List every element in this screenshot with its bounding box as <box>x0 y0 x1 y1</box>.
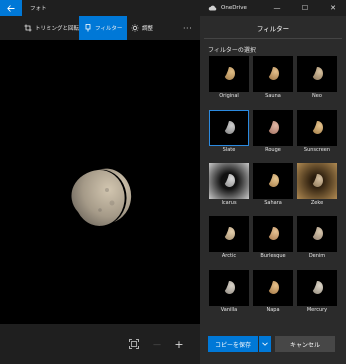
moon-preview <box>268 67 279 80</box>
zoom-in-button[interactable]: + <box>170 335 188 353</box>
photo-canvas[interactable] <box>0 40 200 324</box>
filter-original[interactable]: Original <box>209 56 249 101</box>
filter-slate[interactable]: Slate <box>209 110 249 155</box>
back-arrow-icon <box>7 4 15 12</box>
moon-preview <box>268 281 279 294</box>
filter-thumbnail <box>209 110 249 146</box>
moon-preview <box>312 227 323 240</box>
filter-rouge[interactable]: Rouge <box>253 110 293 155</box>
moon-preview <box>312 121 323 134</box>
moon-preview <box>268 121 279 134</box>
filter-label: Denim <box>308 253 326 259</box>
filter-label: Mercury <box>306 307 328 313</box>
moon-preview <box>224 174 235 187</box>
filter-sunscreen[interactable]: Sunscreen <box>297 110 337 155</box>
close-button[interactable]: ✕ <box>322 0 344 16</box>
brightness-icon <box>131 24 139 32</box>
cloud-icon <box>208 5 217 11</box>
filter-thumbnail <box>253 216 293 252</box>
maximize-button[interactable]: ☐ <box>294 0 316 16</box>
moon-photo <box>71 168 132 226</box>
filter-vanilla[interactable]: Vanilla <box>209 270 249 315</box>
section-title: フィルターの選択 <box>208 47 256 54</box>
crop-rotate-tab[interactable]: トリミングと回転 <box>24 16 79 40</box>
fit-screen-icon <box>129 339 139 349</box>
onedrive-label: OneDrive <box>221 5 247 11</box>
moon-preview <box>312 174 323 187</box>
moon-preview <box>224 121 235 134</box>
moon-preview <box>312 281 323 294</box>
filter-thumbnail <box>297 56 337 92</box>
zoom-out-button[interactable]: — <box>148 335 166 353</box>
filter-thumbnail <box>297 110 337 146</box>
filter-thumbnail <box>209 163 249 199</box>
moon-preview <box>224 67 235 80</box>
filter-label: Zeke <box>310 200 324 206</box>
filter-thumbnail <box>297 216 337 252</box>
filter-thumbnail <box>253 56 293 92</box>
filter-neo[interactable]: Neo <box>297 56 337 101</box>
filter-thumbnail <box>209 216 249 252</box>
moon-preview <box>268 227 279 240</box>
filter-zeke[interactable]: Zeke <box>297 163 337 208</box>
filter-mercury[interactable]: Mercury <box>297 270 337 315</box>
adjust-tab[interactable]: 調整 <box>131 16 153 40</box>
filter-denim[interactable]: Denim <box>297 216 337 261</box>
more-options-button[interactable]: ··· <box>183 16 192 40</box>
filter-thumbnail <box>209 270 249 306</box>
onedrive-status[interactable]: OneDrive <box>208 0 247 16</box>
filter-sauna[interactable]: Sauna <box>253 56 293 101</box>
edit-toolbar: トリミングと回転 フィルター 調整 ··· <box>0 16 200 40</box>
fit-to-window-button[interactable] <box>125 335 143 353</box>
filter-icarus[interactable]: Icarus <box>209 163 249 208</box>
filter-arctic[interactable]: Arctic <box>209 216 249 261</box>
moon-preview <box>268 174 279 187</box>
minimize-button[interactable]: — <box>266 0 288 16</box>
cancel-button[interactable]: キャンセル <box>275 336 335 352</box>
filter-napa[interactable]: Napa <box>253 270 293 315</box>
filter-thumbnail <box>253 270 293 306</box>
filter-thumbnail <box>209 56 249 92</box>
back-button[interactable] <box>0 0 22 16</box>
filter-sahara[interactable]: Sahara <box>253 163 293 208</box>
save-copy-button[interactable]: コピーを保存 <box>208 336 258 352</box>
filter-thumbnail <box>297 163 337 199</box>
app-title: フォト <box>30 6 47 12</box>
panel-title: フィルター <box>256 25 290 33</box>
filter-tab-label: フィルター <box>95 26 123 32</box>
filter-tab[interactable]: フィルター <box>79 16 128 40</box>
moon-preview <box>312 67 323 80</box>
chevron-down-icon <box>262 342 268 346</box>
filter-thumbnail <box>253 163 293 199</box>
panel-divider <box>204 38 342 39</box>
moon-preview <box>224 227 235 240</box>
filter-label: Sunscreen <box>303 147 331 153</box>
filter-thumbnail <box>297 270 337 306</box>
filter-label: Neo <box>312 93 322 99</box>
moon-preview <box>224 281 235 294</box>
crop-rotate-label: トリミングと回転 <box>35 26 80 32</box>
adjust-label: 調整 <box>142 26 154 32</box>
save-options-dropdown[interactable] <box>259 336 271 352</box>
filter-thumbnail <box>253 110 293 146</box>
crop-icon <box>24 24 32 32</box>
filter-brush-icon <box>85 24 91 32</box>
filter-burlesque[interactable]: Burlesque <box>253 216 293 261</box>
